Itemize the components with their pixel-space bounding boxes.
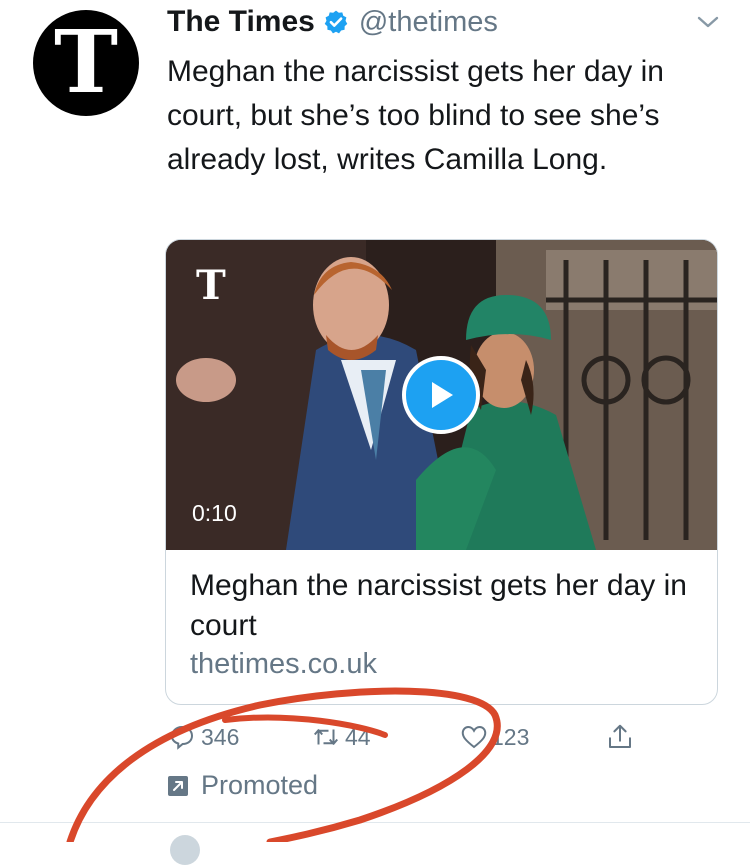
card-title: Meghan the narcissist gets her day in co… <box>190 569 687 642</box>
author-name[interactable]: The Times <box>167 5 315 39</box>
card-text-area[interactable]: Meghan the narcissist gets her day in co… <box>166 550 717 681</box>
author-avatar[interactable]: T <box>33 10 139 116</box>
tweet-divider <box>0 822 750 823</box>
reply-button[interactable]: 346 <box>167 722 239 752</box>
reply-icon <box>170 725 194 750</box>
share-button[interactable] <box>605 722 635 752</box>
retweet-count: 44 <box>345 723 371 750</box>
like-icon <box>461 725 487 749</box>
retweet-icon <box>313 729 339 745</box>
card-domain: thetimes.co.uk <box>190 648 377 680</box>
publisher-logo: T <box>196 262 226 309</box>
video-thumbnail[interactable]: T 0:10 <box>166 240 717 550</box>
play-icon <box>432 382 453 408</box>
chevron-down-icon[interactable] <box>694 8 722 36</box>
retweet-button[interactable]: 44 <box>311 722 371 752</box>
like-button[interactable]: 123 <box>459 722 529 752</box>
tweet-text: Meghan the narcissist gets her day in co… <box>167 55 664 176</box>
tweet-header: The Times @thetimes <box>167 2 498 42</box>
like-count: 123 <box>491 723 530 750</box>
promoted-indicator[interactable]: Promoted <box>167 770 318 801</box>
avatar-letter: T <box>54 12 118 113</box>
reply-count: 346 <box>201 723 240 750</box>
video-duration: 0:10 <box>192 500 237 526</box>
promoted-icon <box>168 775 188 796</box>
verified-badge-icon <box>324 10 348 34</box>
play-button[interactable] <box>402 356 480 434</box>
next-tweet-avatar <box>170 835 200 865</box>
promoted-label: Promoted <box>201 770 319 800</box>
tweet-actions: 346 44 123 <box>167 722 647 762</box>
author-handle[interactable]: @thetimes <box>359 6 498 39</box>
share-icon <box>609 724 631 748</box>
link-card[interactable]: T 0:10 Meghan the narcissist gets her da… <box>165 239 718 705</box>
